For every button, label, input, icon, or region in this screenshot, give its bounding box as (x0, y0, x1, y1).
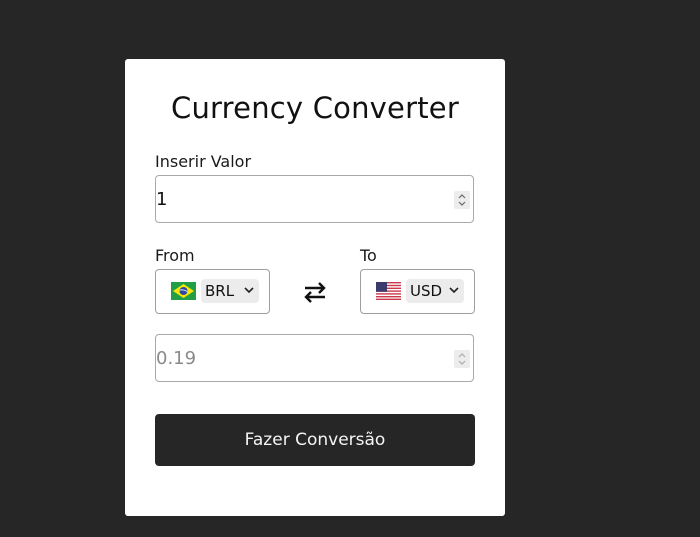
amount-spinner[interactable] (454, 191, 470, 209)
to-currency-select[interactable]: USD (406, 279, 464, 303)
chevron-down-icon (244, 287, 254, 294)
converter-card: Currency Converter Inserir Valor 1 From … (125, 59, 505, 516)
to-label: To (360, 246, 377, 265)
amount-label: Inserir Valor (155, 152, 252, 171)
chevron-down-icon (449, 287, 459, 294)
from-currency-select[interactable]: BRL (201, 279, 259, 303)
usa-flag-icon (376, 282, 401, 300)
amount-value: 1 (156, 189, 168, 210)
spinner-arrows-icon (458, 353, 466, 365)
from-label: From (155, 246, 195, 265)
result-output[interactable]: 0.19 (155, 334, 474, 382)
brazil-flag-icon (171, 282, 196, 300)
result-value: 0.19 (156, 348, 197, 369)
from-currency-box: BRL (155, 269, 270, 314)
to-currency-box: USD (360, 269, 475, 314)
convert-button[interactable]: Fazer Conversão (155, 414, 475, 466)
swap-arrows-icon[interactable] (303, 281, 327, 303)
from-currency-value: BRL (205, 282, 235, 300)
spinner-arrows-icon (458, 194, 466, 206)
amount-input[interactable]: 1 (155, 175, 474, 223)
result-spinner[interactable] (454, 350, 470, 368)
to-currency-value: USD (410, 282, 443, 300)
page-title: Currency Converter (171, 91, 459, 125)
